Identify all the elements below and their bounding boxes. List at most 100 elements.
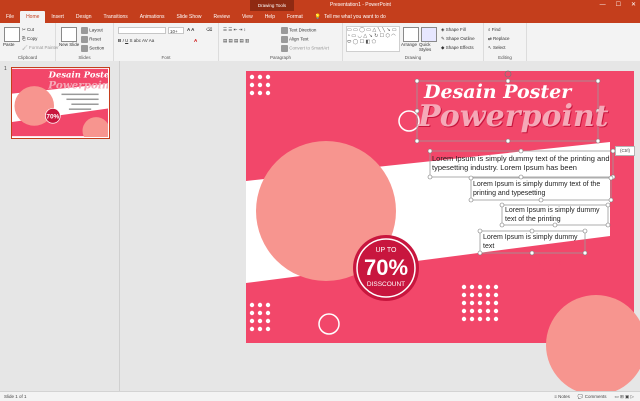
brush-icon: 🖌	[22, 45, 28, 50]
quick-styles-button[interactable]: Quick Styles	[419, 42, 437, 52]
smartart-label: Convert to SmartArt	[289, 45, 330, 51]
paragraph-label: Paragraph	[269, 55, 291, 60]
layout-icon	[81, 27, 88, 34]
smartart-button[interactable]: Convert to SmartArt	[281, 45, 329, 52]
tell-me-box[interactable]: 💡 Tell me what you want to do	[315, 11, 386, 23]
font-color-icon[interactable]: A	[194, 38, 197, 43]
thumbnail-preview: 70% Desain Poster Powerpoint	[12, 68, 109, 138]
font-group: 10+ A A ⌫ B I U S abc AV Aa A Font	[114, 23, 219, 61]
close-icon[interactable]: ✕	[631, 0, 636, 11]
find-button[interactable]: ⌕ Find	[488, 27, 501, 32]
title-bar: Drawing Tools Presentation1 - PowerPoint…	[0, 0, 640, 11]
paste-icon[interactable]	[4, 27, 20, 42]
font-label: Font	[161, 55, 171, 60]
slide-canvas: Desain Poster Powerpoint (Ctrl) Lorem Ip…	[120, 61, 640, 391]
tab-help[interactable]: Help	[259, 11, 281, 23]
layout-button[interactable]: Layout	[81, 27, 103, 34]
reset-icon	[81, 36, 88, 43]
shape-outline-button[interactable]: ✎ Shape Outline	[441, 36, 475, 42]
tell-me-text: Tell me what you want to do	[324, 14, 386, 20]
section-button[interactable]: Section	[81, 45, 104, 52]
paste-options-label: (Ctrl)	[620, 148, 630, 153]
drawing-label: Drawing	[404, 55, 422, 60]
text-direction-icon	[281, 27, 288, 34]
search-icon: ⌕	[488, 27, 491, 32]
svg-text:Desain Poster: Desain Poster	[48, 70, 108, 80]
body-text-4[interactable]: Lorem Ipsum is simply dummy text	[483, 234, 585, 251]
badge-discount: DISSCOUNT	[366, 281, 406, 288]
align-text-button[interactable]: Align Text	[281, 36, 308, 43]
shape-fill-button[interactable]: ◈ Shape Fill	[441, 27, 466, 33]
tab-home[interactable]: Home	[20, 11, 46, 23]
clipboard-group: Paste ✂ Cut ⎘ Copy 🖌 Format Painter Clip…	[0, 23, 59, 61]
minimize-icon[interactable]: —	[600, 0, 606, 11]
paragraph-group: ☰ ☰ ⇤ ⇥ ↕ ▤ ▤ ▤ ▤ ▥ Text Direction Align…	[219, 23, 343, 61]
tab-transitions[interactable]: Transitions	[98, 11, 134, 23]
tab-animations[interactable]: Animations	[134, 11, 171, 23]
arrange-icon[interactable]	[403, 27, 419, 42]
editing-group: ⌕ Find ⇄ Replace ↖ Select Editing	[484, 23, 527, 61]
notes-label: Notes	[558, 394, 570, 399]
slide[interactable]: Desain Poster Powerpoint (Ctrl) Lorem Ip…	[246, 70, 640, 391]
format-painter-button[interactable]: 🖌 Format Painter	[22, 45, 59, 51]
ribbon-tabs: File Home Insert Design Transitions Anim…	[0, 11, 640, 23]
slide-thumbnail[interactable]: 70% Desain Poster Powerpoint	[11, 67, 110, 139]
new-slide-icon[interactable]	[61, 27, 77, 42]
tab-file[interactable]: File	[0, 11, 20, 23]
copy-button[interactable]: ⎘ Copy	[22, 36, 37, 41]
maximize-icon[interactable]: ☐	[616, 0, 621, 11]
new-slide-button[interactable]: New Slide	[59, 42, 79, 47]
cut-label: Cut	[27, 27, 35, 32]
editing-label: Editing	[498, 55, 512, 60]
slides-label: Slides	[78, 55, 91, 60]
slides-group: New Slide Layout Reset Section Slides	[56, 23, 114, 61]
tab-view[interactable]: View	[236, 11, 259, 23]
shapes-gallery[interactable]: ▭ ▭ ◯ ▭ △ ╲ ╲ ↘ ▭ ◔ ▭ ◡ △ ↘ ↻ ☐ ⬡ ◠ ⬭ ◯ …	[346, 26, 400, 52]
copy-icon: ⎘	[22, 36, 26, 41]
text-style-icons[interactable]: B I U S abc AV Aa	[118, 38, 154, 43]
reset-button[interactable]: Reset	[81, 36, 101, 43]
dot-grid-top-left	[249, 74, 271, 96]
cut-button[interactable]: ✂ Cut	[22, 27, 34, 33]
font-name-field[interactable]	[118, 27, 166, 34]
dot-grid-bottom-left	[249, 302, 271, 332]
layout-label: Layout	[89, 27, 103, 33]
body-text-1[interactable]: Lorem Ipsum is simply dummy text of the …	[432, 154, 612, 172]
paste-options-tag[interactable]: (Ctrl)	[615, 146, 635, 156]
window-title: Presentation1 - PowerPoint	[330, 2, 391, 8]
slide-thumbnail-pane: 1 70% Desain Poster Powerpoint	[0, 61, 120, 391]
tab-design[interactable]: Design	[70, 11, 98, 23]
poster-title-line2[interactable]: Powerpoint	[418, 99, 609, 134]
tab-slide-show[interactable]: Slide Show	[171, 11, 208, 23]
tab-review[interactable]: Review	[208, 11, 236, 23]
replace-label: Replace	[493, 36, 510, 41]
section-label: Section	[89, 45, 105, 51]
comments-label: Comments	[584, 394, 607, 399]
notes-icon: ≡	[554, 394, 557, 399]
svg-text:70%: 70%	[46, 113, 59, 120]
grow-font-icon[interactable]: A A	[187, 27, 194, 32]
body-text-3[interactable]: Lorem Ipsum is simply dummy text of the …	[505, 207, 608, 224]
dot-grid-bottom-middle	[461, 284, 499, 322]
tab-insert[interactable]: Insert	[45, 11, 70, 23]
paste-button[interactable]: Paste	[3, 42, 15, 47]
align-icons[interactable]: ▤ ▤ ▤ ▤ ▥	[223, 38, 249, 44]
clear-format-icon[interactable]: ⌫	[206, 27, 212, 33]
text-direction-button[interactable]: Text Direction	[281, 27, 316, 34]
bottom-right-salmon-circle	[546, 295, 640, 391]
replace-button[interactable]: ⇄ Replace	[488, 36, 510, 42]
svg-text:Powerpoint: Powerpoint	[47, 80, 108, 92]
select-button[interactable]: ↖ Select	[488, 45, 506, 51]
ribbon: Paste ✂ Cut ⎘ Copy 🖌 Format Painter Clip…	[0, 23, 640, 62]
font-size-field[interactable]: 10+	[168, 27, 184, 34]
arrange-button[interactable]: Arrange	[401, 42, 417, 47]
body-text-2[interactable]: Lorem Ipsum is simply dummy text of the …	[473, 181, 611, 198]
list-icons[interactable]: ☰ ☰ ⇤ ⇥ ↕	[223, 27, 246, 33]
quick-styles-icon[interactable]	[421, 27, 437, 42]
drawing-tools-label: Drawing Tools	[250, 0, 294, 11]
shape-effects-button[interactable]: ◆ Shape Effects	[441, 45, 474, 51]
text-direction-label: Text Direction	[289, 27, 317, 33]
badge-percent: 70%	[363, 255, 409, 280]
tab-format[interactable]: Format	[281, 11, 309, 23]
effects-icon: ◆	[441, 45, 445, 50]
